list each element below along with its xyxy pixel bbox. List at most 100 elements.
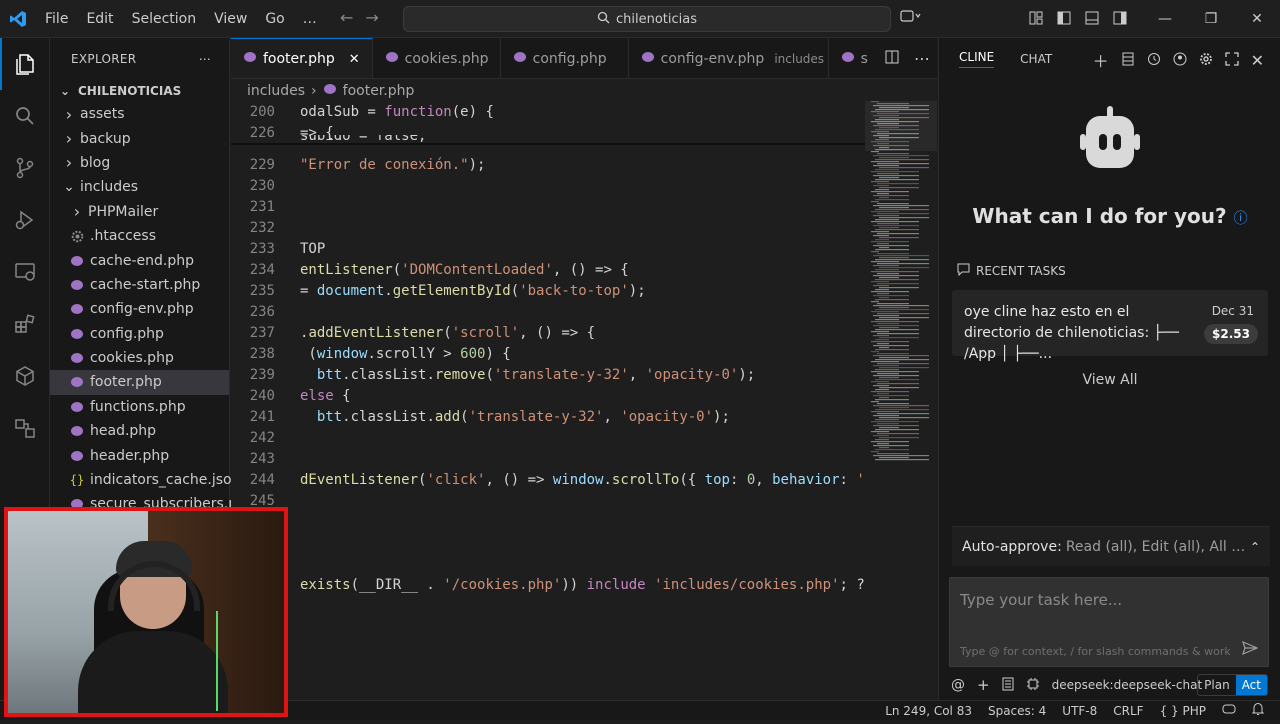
tree-file[interactable]: functions.php	[50, 395, 229, 419]
code-line[interactable]: 230	[231, 175, 865, 196]
add-icon[interactable]: +	[977, 676, 990, 694]
end-of-line[interactable]: CRLF	[1113, 704, 1143, 718]
tab-chat[interactable]: CHAT	[1020, 52, 1052, 66]
act-mode-button[interactable]: Act	[1235, 675, 1267, 695]
tree-file[interactable]: head.php	[50, 419, 229, 443]
history-icon[interactable]	[1147, 51, 1161, 70]
close-window-icon[interactable]: ✕	[1234, 11, 1280, 27]
code-line[interactable]: 240 else {	[231, 385, 865, 406]
model-icon[interactable]	[1026, 677, 1040, 694]
language-mode[interactable]: { } PHP	[1160, 704, 1206, 718]
code-line[interactable]: 234 entListener('DOMContentLoaded', () =>…	[231, 259, 865, 280]
tab-cookies-php[interactable]: cookies.php	[373, 38, 501, 78]
code-line[interactable]	[231, 553, 865, 574]
tree-file[interactable]: cookies.php	[50, 346, 229, 370]
tab-close-icon[interactable]: ✕	[349, 52, 360, 67]
code-line[interactable]: 231	[231, 196, 865, 217]
remote-explorer-icon[interactable]	[0, 246, 50, 298]
restore-icon[interactable]: ❐	[1188, 11, 1234, 27]
chevron-up-icon[interactable]: ⌃	[1250, 540, 1260, 554]
toggle-panel-icon[interactable]	[1084, 10, 1100, 30]
auto-approve-bar[interactable]: Auto-approve: Read (all), Edit (all), Al…	[952, 526, 1270, 566]
code-line[interactable]: 241 btt.classList.add('translate-y-32', …	[231, 406, 865, 427]
tab-overflow[interactable]: s	[829, 38, 881, 78]
toggle-secondary-sidebar-icon[interactable]	[1112, 10, 1128, 30]
tab-cline[interactable]: CLINE	[959, 50, 995, 68]
code-line[interactable]	[231, 511, 865, 532]
tree-folder[interactable]: › backup	[50, 126, 229, 150]
tab-footer-php[interactable]: footer.php ✕	[231, 38, 373, 78]
popout-icon[interactable]	[1224, 51, 1239, 70]
code-line[interactable]: 245	[231, 490, 865, 511]
tab-config-php[interactable]: config.php	[501, 38, 629, 78]
close-panel-icon[interactable]: ✕	[1251, 51, 1264, 70]
tree-folder[interactable]: › blog	[50, 151, 229, 175]
run-debug-icon[interactable]	[0, 194, 50, 246]
tree-file[interactable]: {} indicators_cache.json	[50, 468, 241, 492]
tree-file[interactable]: footer.php	[50, 370, 229, 395]
workspace-root[interactable]: ⌄ CHILENOTICIAS	[50, 80, 229, 102]
code-line[interactable]: 235 = document.getElementById('back-to-to…	[231, 280, 865, 301]
code-line[interactable]: 243	[231, 448, 865, 469]
minimap[interactable]	[865, 101, 937, 720]
settings-gear-icon[interactable]	[1199, 51, 1213, 70]
account-icon[interactable]	[1173, 51, 1187, 70]
command-center-search[interactable]: chilenoticias	[403, 6, 891, 32]
menu-go[interactable]: Go	[256, 11, 293, 27]
split-editor-icon[interactable]	[884, 49, 900, 69]
recent-task-card[interactable]: oye cline haz esto en el directorio de c…	[952, 290, 1268, 362]
back-arrow-icon[interactable]: ←	[340, 8, 353, 27]
customize-layout-icon[interactable]	[1028, 10, 1044, 30]
breadcrumb-file[interactable]: footer.php	[343, 83, 415, 99]
new-task-icon[interactable]: ＋	[1093, 48, 1109, 72]
copilot-status-icon[interactable]	[1222, 703, 1236, 718]
encoding[interactable]: UTF-8	[1062, 704, 1097, 718]
code-line[interactable]	[231, 532, 865, 553]
menu-edit[interactable]: Edit	[77, 11, 122, 27]
image-icon[interactable]	[1002, 677, 1014, 694]
minimize-icon[interactable]: —	[1142, 11, 1188, 27]
code-line[interactable]: exists(__DIR__ . '/cookies.php')) includ…	[231, 574, 865, 595]
tree-folder[interactable]: › assets	[50, 102, 229, 126]
indentation[interactable]: Spaces: 4	[988, 704, 1046, 718]
code-line[interactable]: 229 "Error de conexión.");	[231, 154, 865, 175]
tree-folder[interactable]: ⌄ includes	[50, 175, 229, 199]
at-mention-icon[interactable]: @	[951, 677, 965, 693]
plan-mode-button[interactable]: Plan	[1198, 675, 1236, 695]
menu-selection[interactable]: Selection	[123, 11, 206, 27]
forward-arrow-icon[interactable]: →	[365, 8, 378, 27]
code-line[interactable]: 236	[231, 301, 865, 322]
tree-file[interactable]: config-env.php	[50, 297, 229, 321]
code-line[interactable]: 239 btt.classList.remove('translate-y-32…	[231, 364, 865, 385]
code-line[interactable]: 242	[231, 427, 865, 448]
testing-icon[interactable]	[0, 402, 50, 454]
code-line[interactable]: 237 .addEventListener('scroll', () => {	[231, 322, 865, 343]
tree-file[interactable]: .htaccess	[50, 224, 229, 248]
more-actions-icon[interactable]: ⋯	[199, 52, 211, 66]
menu-file[interactable]: File	[36, 11, 77, 27]
notifications-bell-icon[interactable]	[1251, 702, 1265, 719]
plan-act-toggle[interactable]: Plan Act	[1197, 674, 1268, 696]
tree-file[interactable]: cache-end.php	[50, 248, 229, 272]
cline-icon[interactable]	[0, 350, 50, 402]
more-actions-icon[interactable]: ⋯	[914, 49, 930, 68]
search-view-icon[interactable]	[0, 90, 50, 142]
info-icon[interactable]: ⓘ	[1234, 211, 1248, 227]
toggle-primary-sidebar-icon[interactable]	[1056, 10, 1072, 30]
copilot-icon[interactable]	[900, 8, 922, 27]
tree-file[interactable]: config.php	[50, 322, 229, 346]
task-input[interactable]: Type your task here... Type @ for contex…	[949, 577, 1269, 667]
code-line[interactable]: subido = false;	[231, 135, 865, 149]
tree-folder[interactable]: › PHPMailer	[50, 200, 229, 224]
menu-more[interactable]: …	[294, 11, 326, 27]
source-control-icon[interactable]	[0, 142, 50, 194]
tree-file[interactable]: header.php	[50, 443, 229, 467]
code-line[interactable]: 232	[231, 217, 865, 238]
model-selector[interactable]: deepseek:deepseek-chat	[1052, 678, 1203, 692]
mcp-servers-icon[interactable]	[1121, 51, 1135, 70]
code-editor[interactable]: 200 odalSub = function(e) {226 => {subido …	[231, 101, 865, 720]
explorer-icon[interactable]	[0, 38, 50, 90]
tree-file[interactable]: cache-start.php	[50, 273, 229, 297]
cursor-position[interactable]: Ln 249, Col 83	[885, 704, 972, 718]
send-icon[interactable]	[1242, 640, 1259, 659]
